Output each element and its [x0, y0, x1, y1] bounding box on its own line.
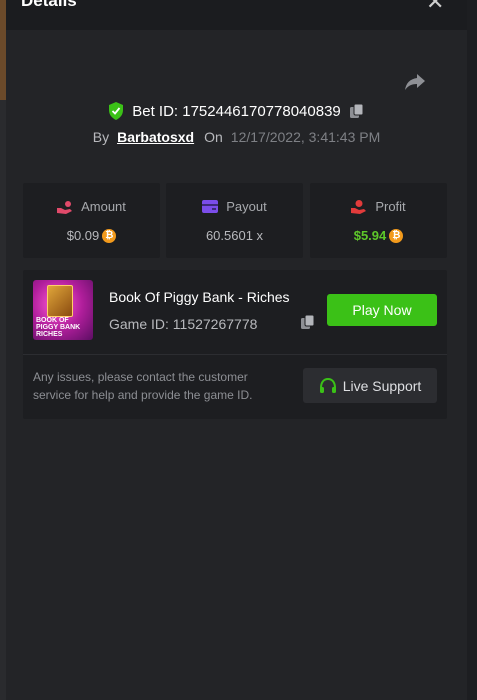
live-support-button[interactable]: Live Support: [303, 368, 437, 403]
thumbnail-title: BOOK OF PIGGY BANK RICHES: [36, 317, 81, 338]
coin-icon: ₿: [102, 228, 117, 243]
game-title[interactable]: Book Of Piggy Bank - Riches: [109, 289, 290, 305]
bet-id: Bet ID: 1752446170778040839: [132, 102, 341, 120]
copy-icon[interactable]: [300, 314, 316, 330]
stat-label: Profit: [375, 199, 406, 214]
copy-icon[interactable]: [349, 103, 365, 119]
bet-date: 12/17/2022, 3:41:43 PM: [230, 129, 381, 145]
game-id: Game ID: 11527267778: [109, 316, 258, 332]
live-support-label: Live Support: [342, 377, 422, 394]
coin-icon: ₿: [389, 228, 404, 243]
stat-payout: Payout 60.5601 x: [166, 183, 303, 258]
hand-coins-icon: [57, 200, 73, 214]
stat-amount: Amount $0.09 ₿: [23, 183, 160, 258]
bet-id-row: Bet ID: 1752446170778040839: [6, 100, 467, 122]
by-label: By: [92, 129, 110, 145]
game-thumbnail[interactable]: BOOK OF PIGGY BANK RICHES: [33, 280, 93, 340]
book-art: [47, 285, 73, 317]
bet-meta-row: By Barbatosxd On 12/17/2022, 3:41:43 PM: [6, 127, 467, 147]
shield-check-icon: [109, 102, 124, 120]
stat-value: 60.5601 x: [205, 228, 264, 243]
modal-title: Details: [21, 0, 77, 10]
headset-icon: [319, 377, 336, 393]
stats-row: Amount $0.09 ₿ Payout 60.5601 x Profit $…: [23, 183, 447, 258]
wallet-icon: [202, 200, 219, 213]
stat-profit: Profit $5.94 ₿: [310, 183, 447, 258]
close-icon[interactable]: ✕: [426, 0, 444, 15]
hand-profit-icon: [351, 199, 367, 214]
stat-value: $5.94: [353, 228, 387, 243]
share-icon[interactable]: [403, 70, 427, 94]
background-right: [467, 0, 477, 700]
details-modal: Details ✕ Bet ID: 1752446170778040839 By…: [6, 0, 467, 700]
play-now-button[interactable]: Play Now: [327, 294, 437, 326]
support-message: Any issues, please contact the customer …: [33, 370, 253, 402]
stat-label: Payout: [226, 199, 267, 214]
username-link[interactable]: Barbatosxd: [117, 129, 194, 145]
stat-value: $0.09: [66, 228, 100, 243]
game-card: BOOK OF PIGGY BANK RICHES Book Of Piggy …: [23, 270, 447, 419]
modal-header: Details ✕: [6, 0, 467, 30]
on-label: On: [204, 129, 223, 145]
divider: [23, 354, 447, 355]
stat-label: Amount: [81, 199, 126, 214]
